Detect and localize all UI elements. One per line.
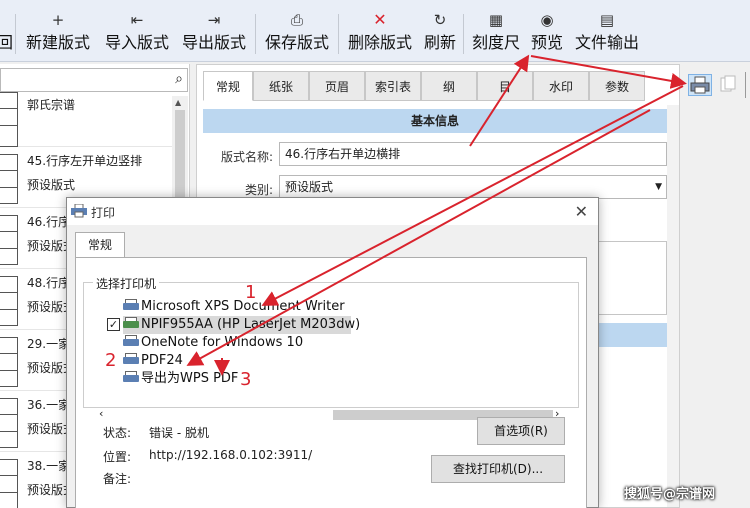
refresh-icon: ↻ (433, 11, 447, 29)
printer-icon (123, 371, 139, 384)
layout-thumbnail (0, 398, 18, 448)
tab-paper[interactable]: 纸张 (253, 71, 309, 101)
annotation-number: 2 (105, 350, 117, 371)
list-item[interactable]: Microsoft XPS Document Writer (123, 298, 345, 316)
location-value: http://192.168.0.102:3911/ (149, 448, 313, 462)
copy-button[interactable] (718, 74, 740, 96)
main-toolbar: 回 + 新建版式 ⇤ 导入版式 ⇥ 导出版式 ⎙ 保存版式 ✕ 删除版式 ↻ 刷… (0, 0, 750, 62)
tab-watermark[interactable]: 水印 (533, 71, 589, 101)
printer-icon (71, 204, 87, 218)
new-layout-button[interactable]: + 新建版式 (20, 10, 96, 58)
print-button[interactable] (688, 74, 712, 96)
printer-checkbox[interactable]: ✓ (107, 318, 120, 331)
annotation-number: 3 (240, 369, 252, 390)
dialog-title: 打印 (91, 206, 116, 220)
file-output-button[interactable]: ▤ 文件输出 (569, 10, 645, 58)
save-layout-button[interactable]: ⎙ 保存版式 (259, 10, 335, 58)
layout-name-label: 版式名称: (220, 150, 273, 164)
tab-contents[interactable]: 目 (477, 71, 533, 101)
watermark: 搜狐号@宗谱网 (624, 487, 716, 502)
tab-general[interactable]: 常规 (75, 232, 125, 258)
layout-thumbnail (0, 337, 18, 387)
chevron-left-icon[interactable]: ‹ (99, 407, 103, 420)
form-scrollbar[interactable] (667, 105, 679, 507)
layout-thumbnail (0, 154, 18, 204)
list-item[interactable]: 郭氏宗谱 (0, 92, 172, 147)
chevron-down-icon: ▼ (655, 182, 662, 192)
preferences-button[interactable]: 首选项(R) (477, 417, 565, 445)
printer-icon (690, 76, 710, 94)
close-icon[interactable]: ✕ (575, 202, 588, 221)
toolbar-separator (15, 14, 16, 54)
comment-label: 备注: (103, 472, 132, 486)
status-label: 状态: (103, 426, 132, 440)
printer-list: Microsoft XPS Document Writer NPIF955AA … (97, 294, 567, 406)
toolbar-separator (463, 14, 464, 54)
layout-thumbnail (0, 215, 18, 265)
export-layout-button[interactable]: ⇥ 导出版式 (176, 10, 252, 58)
print-dialog: 打印 ✕ 常规 选择打印机 Microsoft XPS Document Wri… (66, 197, 599, 508)
printer-icon (123, 299, 139, 312)
list-item[interactable]: 导出为WPS PDF (123, 370, 238, 388)
return-icon (0, 10, 14, 30)
tab-general[interactable]: 常规 (203, 71, 253, 101)
dialog-title-bar[interactable]: 打印 ✕ (67, 198, 598, 225)
category-select[interactable]: 预设版式 ▼ (279, 175, 667, 199)
ruler-icon: ▦ (488, 11, 504, 29)
side-toolbar (682, 64, 750, 508)
list-item[interactable]: OneNote for Windows 10 (123, 334, 303, 352)
annotation-number: 1 (245, 282, 257, 303)
toolbar-separator (338, 14, 339, 54)
search-icon[interactable]: ⌕ (175, 71, 183, 87)
printer-group-label: 选择打印机 (93, 275, 160, 292)
toolbar-separator (745, 72, 746, 98)
eye-icon: ◉ (540, 11, 554, 29)
export-icon: ⇥ (207, 11, 221, 29)
layout-name-field[interactable]: 46.行序右开单边横排 (279, 142, 667, 166)
tab-header[interactable]: 页眉 (309, 71, 365, 101)
list-item[interactable]: PDF24 (123, 352, 183, 370)
scroll-up-icon[interactable]: ▲ (175, 98, 181, 107)
delete-icon: ✕ (373, 10, 387, 29)
file-output-icon: ▤ (599, 11, 615, 29)
layout-thumbnail (0, 276, 18, 326)
toolbar-separator (255, 14, 256, 54)
import-icon: ⇤ (130, 11, 144, 29)
ruler-button[interactable]: ▦ 刻度尺 (467, 10, 525, 58)
category-label: 类别: (244, 183, 273, 197)
find-printer-button[interactable]: 查找打印机(D)... (431, 455, 565, 483)
plus-icon: + (51, 11, 65, 29)
refresh-button[interactable]: ↻ 刷新 (420, 10, 460, 58)
layout-thumbnail (0, 92, 18, 147)
printer-icon (123, 353, 139, 366)
status-value: 错误 - 脱机 (149, 426, 209, 440)
section-header: 基本信息 (203, 109, 667, 133)
layout-thumbnail (0, 459, 18, 508)
location-label: 位置: (103, 450, 132, 464)
import-layout-button[interactable]: ⇤ 导入版式 (99, 10, 175, 58)
save-icon: ⎙ (290, 11, 303, 29)
tab-parameters[interactable]: 参数 (589, 71, 645, 101)
copy-icon (720, 75, 736, 92)
preview-button[interactable]: ◉ 预览 (527, 10, 567, 58)
printer-icon (123, 335, 139, 348)
list-item[interactable]: NPIF955AA (HP LaserJet M203dw) (123, 316, 360, 334)
tab-outline[interactable]: 纲 (421, 71, 477, 101)
tab-index[interactable]: 索引表 (365, 71, 421, 101)
printer-icon (123, 317, 139, 330)
layout-search-input[interactable]: ⌕ (0, 68, 188, 92)
delete-layout-button[interactable]: ✕ 删除版式 (342, 10, 418, 58)
return-button[interactable]: 回 (0, 10, 14, 58)
